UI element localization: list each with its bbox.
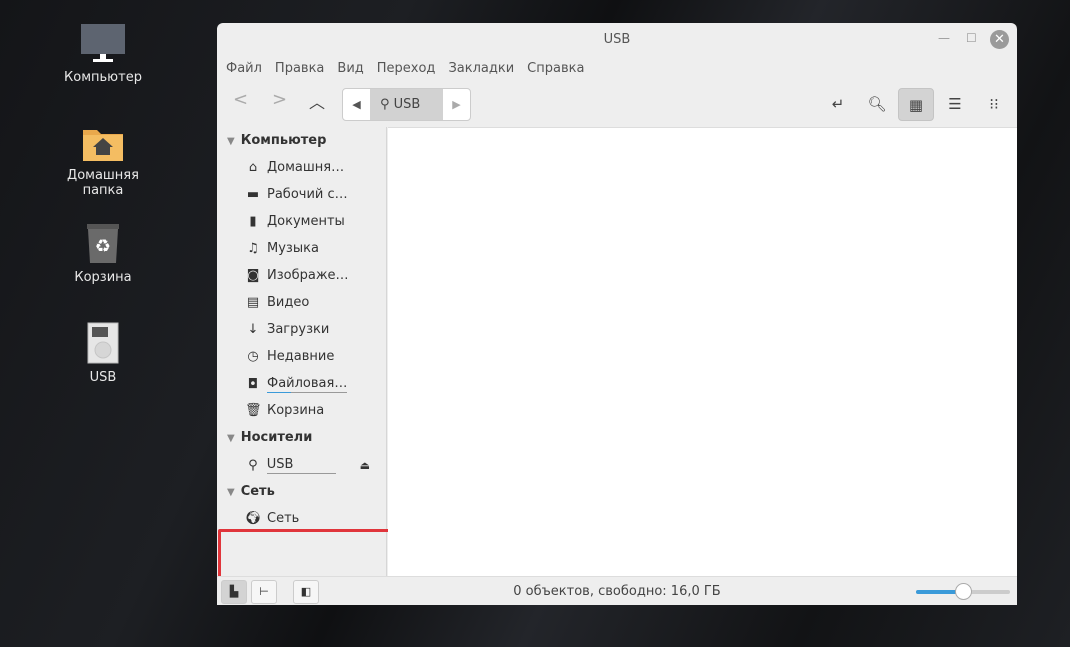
sidebar-item-recent[interactable]: ◷ Недавние [245, 349, 334, 364]
list-icon: ☰ [948, 95, 962, 113]
sidebar-item-home[interactable]: ⌂ Домашня… [245, 160, 344, 175]
desktop-icon-trash[interactable]: ♻ Корзина [48, 222, 158, 285]
sidebar: ▼ Компьютер ⌂ Домашня… ▬ Рабочий с… ▮ Докуме… [217, 127, 393, 586]
sidebar-item-filesystem[interactable]: ◘ Файловая… [245, 376, 348, 393]
maximize-button[interactable]: ☐ [966, 31, 977, 45]
sidebar-header-devices[interactable]: ▼ Носители [227, 430, 312, 445]
toggle-location-button[interactable]: ↵ [820, 88, 856, 121]
up-button[interactable]: ︿ [309, 89, 325, 113]
grid-icon: ▦ [908, 96, 924, 114]
desktop-icon-home[interactable]: Домашняя папка [48, 124, 158, 198]
path-right-arrow[interactable]: ▶ [443, 89, 470, 120]
drive-icon: ◘ [247, 377, 259, 392]
desktop-icon-label: Домашняя папка [67, 168, 139, 198]
back-button[interactable]: < [233, 89, 248, 110]
camera-icon: ◙ [246, 268, 260, 283]
desktop-icon-computer[interactable]: Компьютер [48, 22, 158, 85]
menu-edit[interactable]: Правка [275, 61, 324, 76]
usage-bar [267, 392, 292, 393]
close-button[interactable]: ✕ [990, 30, 1009, 49]
compact-list-icon: ⁝⁝ [989, 95, 999, 113]
usb-icon: ⚲ [248, 458, 258, 473]
minimize-button[interactable]: — [938, 31, 950, 45]
desktop-icon-label: Компьютер [64, 70, 142, 85]
path-segment-usb[interactable]: ⚲ USB [370, 89, 443, 120]
search-icon: 🔍︎ [867, 95, 887, 113]
sidebar-item-music[interactable]: ♫ Музыка [245, 241, 319, 256]
window-title: USB [603, 32, 631, 47]
status-text: 0 объектов, свободно: 16,0 ГБ [513, 584, 721, 599]
list-view-button[interactable]: ☰ [937, 88, 973, 121]
download-icon: ↓ [247, 322, 259, 337]
zoom-slider[interactable] [916, 583, 1010, 600]
file-manager-window: USB — ☐ ✕ Файл Правка Вид Переход Заклад… [217, 23, 1017, 605]
path-bar: ◀ ⚲ USB ▶ [342, 88, 471, 121]
search-button[interactable]: 🔍︎ [859, 88, 895, 121]
sidebar-item-documents[interactable]: ▮ Документы [245, 214, 344, 229]
sidebar-header-computer[interactable]: ▼ Компьютер [227, 133, 326, 148]
desktop-icon-label: Корзина [74, 270, 132, 285]
sidebar-item-videos[interactable]: ▤ Видео [245, 295, 309, 310]
path-left-arrow[interactable]: ◀ [343, 89, 370, 120]
file-view[interactable] [388, 127, 1017, 576]
desktop-icon-usb[interactable]: USB [48, 322, 158, 385]
menu-bar: Файл Правка Вид Переход Закладки Справка [226, 61, 597, 76]
desktop-icon-label: USB [89, 370, 117, 385]
forward-button[interactable]: > [272, 89, 287, 110]
sidebar-item-pictures[interactable]: ◙ Изображе… [245, 268, 349, 283]
eject-icon[interactable]: ⏏ [360, 459, 370, 472]
monitor-icon [81, 24, 125, 62]
document-icon: ▮ [249, 214, 257, 229]
music-icon: ♫ [247, 241, 259, 256]
sidebar-item-downloads[interactable]: ↓ Загрузки [245, 322, 330, 337]
drive-icon [87, 322, 119, 364]
sidebar-header-network[interactable]: ▼ Сеть [227, 484, 275, 499]
film-icon: ▤ [246, 295, 260, 310]
sidebar-item-network[interactable]: 🌍︎ Сеть [245, 511, 299, 526]
menu-bookmarks[interactable]: Закладки [448, 61, 514, 76]
status-bar: ▙ ⊢ ◧ 0 объектов, свободно: 16,0 ГБ [217, 576, 1017, 605]
trash-icon: ♻ [87, 224, 119, 263]
home-folder-icon [83, 130, 123, 161]
clock-icon: ◷ [247, 349, 259, 364]
home-icon: ⌂ [248, 160, 258, 175]
menu-go[interactable]: Переход [377, 61, 436, 76]
desktop-icon: ▬ [246, 187, 260, 202]
menu-help[interactable]: Справка [527, 61, 584, 76]
menu-file[interactable]: Файл [226, 61, 262, 76]
sidebar-item-desktop[interactable]: ▬ Рабочий с… [245, 187, 348, 202]
icon-view-button[interactable]: ▦ [898, 88, 934, 121]
compact-view-button[interactable]: ⁝⁝ [976, 88, 1012, 121]
menu-view[interactable]: Вид [337, 61, 363, 76]
svg-text:♻: ♻ [95, 236, 111, 257]
sidebar-item-trash[interactable]: 🗑︎ Корзина [245, 403, 324, 418]
trash-icon: 🗑︎ [245, 403, 262, 418]
globe-icon: 🌍︎ [245, 511, 262, 526]
usb-icon: ⚲ [380, 97, 394, 112]
sidebar-item-usb[interactable]: ⚲ USB ⏏ [245, 457, 370, 474]
